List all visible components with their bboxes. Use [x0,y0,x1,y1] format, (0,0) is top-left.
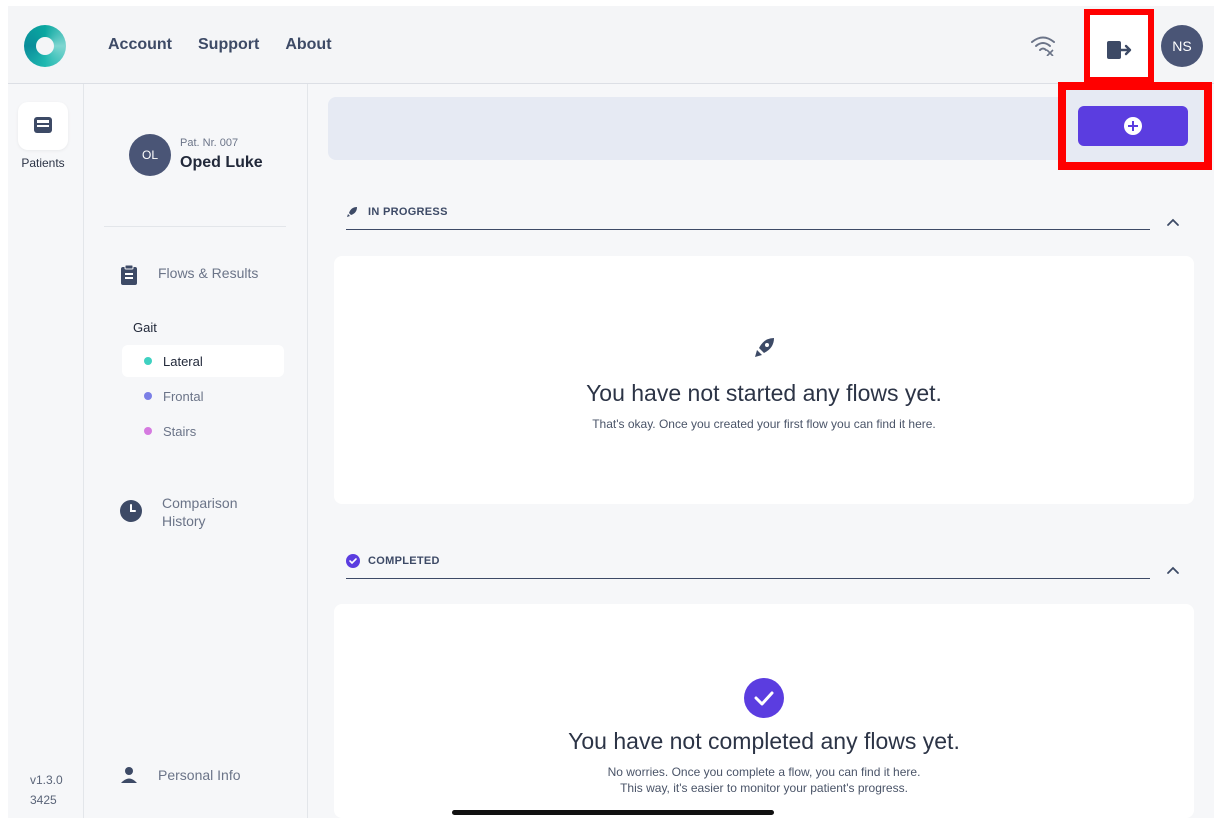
version-info: v1.3.0 3425 [30,770,63,810]
chevron-up-icon[interactable] [1166,215,1180,229]
sidebar-item-personal-info-label: Personal Info [158,767,241,783]
sidebar-item-flows[interactable]: Flows & Results [120,264,258,286]
chevron-up-icon[interactable] [1166,563,1180,577]
logout-highlight [1084,9,1154,83]
completed-card: You have not completed any flows yet. No… [334,604,1194,818]
patients-label: Patients [21,156,65,170]
top-bar: Account Support About NS [8,6,1214,84]
patients-tab[interactable] [18,102,68,150]
user-avatar[interactable]: NS [1161,25,1203,67]
nav-about[interactable]: About [285,36,331,54]
nav-account[interactable]: Account [108,36,172,54]
clock-icon [120,500,142,522]
sidebar-divider [104,226,286,227]
patient-name: Oped Luke [180,154,263,171]
in-progress-title: You have not started any flows yet. [586,380,942,406]
plus-circle-icon [1124,117,1142,135]
rocket-icon [347,207,357,217]
comparison-line2: History [162,513,206,529]
in-progress-label: IN PROGRESS [368,206,448,218]
in-progress-text: That's okay. Once you created your first… [592,417,936,431]
person-icon [121,767,137,783]
completed-title: You have not completed any flows yet. [568,728,960,754]
sidebar-item-flows-label: Flows & Results [158,265,259,281]
add-flow-highlight [1058,82,1212,170]
sub-item-lateral[interactable]: Lateral [122,345,284,377]
app-logo[interactable] [24,25,66,67]
sub-item-frontal[interactable]: Frontal [122,380,284,412]
check-circle-icon [346,554,360,568]
rocket-icon [755,338,774,357]
patient-sidebar: OL Pat. Nr. 007 Oped Luke Flows & Result… [84,84,308,818]
sub-item-stairs-label: Stairs [163,423,197,439]
completed-label: COMPLETED [368,555,440,567]
home-indicator [452,810,774,815]
lateral-dot [144,357,152,365]
completed-text-1: No worries. Once you complete a flow, yo… [607,765,921,779]
sidebar-item-comparison[interactable]: Comparison History [120,494,237,530]
logout-icon[interactable] [1106,39,1132,61]
main-content: IN PROGRESS You have not started any flo… [308,82,1214,818]
sub-item-stairs[interactable]: Stairs [122,415,284,447]
sub-item-frontal-label: Frontal [163,388,204,404]
completed-header[interactable]: COMPLETED [346,549,1150,579]
action-banner [328,97,1088,160]
wifi-off-icon[interactable] [1030,34,1056,56]
patient-number: Pat. Nr. 007 [180,137,239,149]
nav-support[interactable]: Support [198,36,259,54]
stairs-dot [144,427,152,435]
comparison-line1: Comparison [162,495,238,511]
top-nav: Account Support About [108,36,332,54]
version-number: v1.3.0 [30,773,63,787]
frontal-dot [144,392,152,400]
in-progress-card: You have not started any flows yet. That… [334,256,1194,504]
check-circle-icon [744,678,784,718]
add-flow-button[interactable] [1078,106,1188,146]
sidebar-item-personal-info[interactable]: Personal Info [120,766,241,784]
patient-avatar: OL [129,134,171,176]
sub-item-lateral-label: Lateral [163,353,203,369]
completed-text-2: This way, it's easier to monitor your pa… [620,781,908,795]
clipboard-icon [121,264,137,285]
gait-group-label: Gait [133,320,157,335]
sidebar-item-comparison-label: Comparison History [162,494,237,530]
left-rail: Patients v1.3.0 3425 [8,84,84,818]
in-progress-header[interactable]: IN PROGRESS [346,200,1150,230]
inbox-icon [34,117,52,133]
build-number: 3425 [30,793,57,807]
